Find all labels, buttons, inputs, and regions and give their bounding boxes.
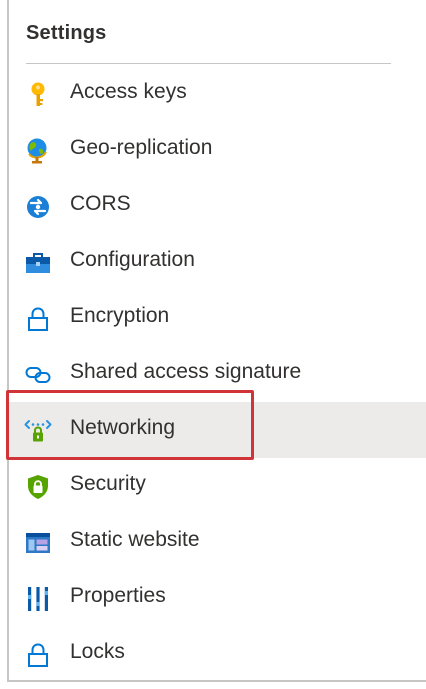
menu-item-label: Access keys: [70, 80, 187, 103]
menu-item-static-website[interactable]: Static website: [9, 514, 426, 570]
menu-item-properties[interactable]: Properties: [9, 570, 426, 626]
menu-item-networking[interactable]: Networking: [9, 402, 426, 458]
settings-panel: Settings Access keys Geo-replication COR…: [0, 0, 426, 689]
lock-icon: [24, 305, 52, 333]
menu-item-label: Encryption: [70, 304, 170, 327]
network-lock-icon: [24, 417, 52, 445]
menu-item-security[interactable]: Security: [9, 458, 426, 514]
cors-icon: [24, 193, 52, 221]
settings-menu: Access keys Geo-replication CORS Configu…: [9, 66, 426, 682]
menu-item-shared-access-signature[interactable]: Shared access signature: [9, 346, 426, 402]
shield-icon: [24, 473, 52, 501]
menu-item-configuration[interactable]: Configuration: [9, 234, 426, 290]
menu-item-label: Networking: [70, 416, 176, 439]
header-divider: [26, 63, 391, 64]
menu-item-geo-replication[interactable]: Geo-replication: [9, 122, 426, 178]
menu-item-label: Geo-replication: [70, 136, 213, 159]
globe-icon: [24, 137, 52, 165]
menu-item-encryption[interactable]: Encryption: [9, 290, 426, 346]
menu-item-label: Shared access signature: [70, 360, 302, 383]
menu-item-label: Security: [70, 472, 146, 495]
menu-item-label: Static website: [70, 528, 200, 551]
key-icon: [24, 81, 52, 109]
menu-item-label: Configuration: [70, 248, 195, 271]
lock-icon: [24, 641, 52, 669]
website-icon: [24, 529, 52, 557]
menu-item-label: Locks: [70, 640, 125, 663]
menu-item-label: CORS: [70, 192, 131, 215]
link-icon: [24, 361, 52, 389]
properties-icon: [24, 585, 52, 613]
toolbox-icon: [24, 249, 52, 277]
menu-item-access-keys[interactable]: Access keys: [9, 66, 426, 122]
menu-item-locks[interactable]: Locks: [9, 626, 426, 682]
section-header-settings: Settings: [26, 22, 107, 44]
menu-item-label: Properties: [70, 584, 166, 607]
menu-item-cors[interactable]: CORS: [9, 178, 426, 234]
